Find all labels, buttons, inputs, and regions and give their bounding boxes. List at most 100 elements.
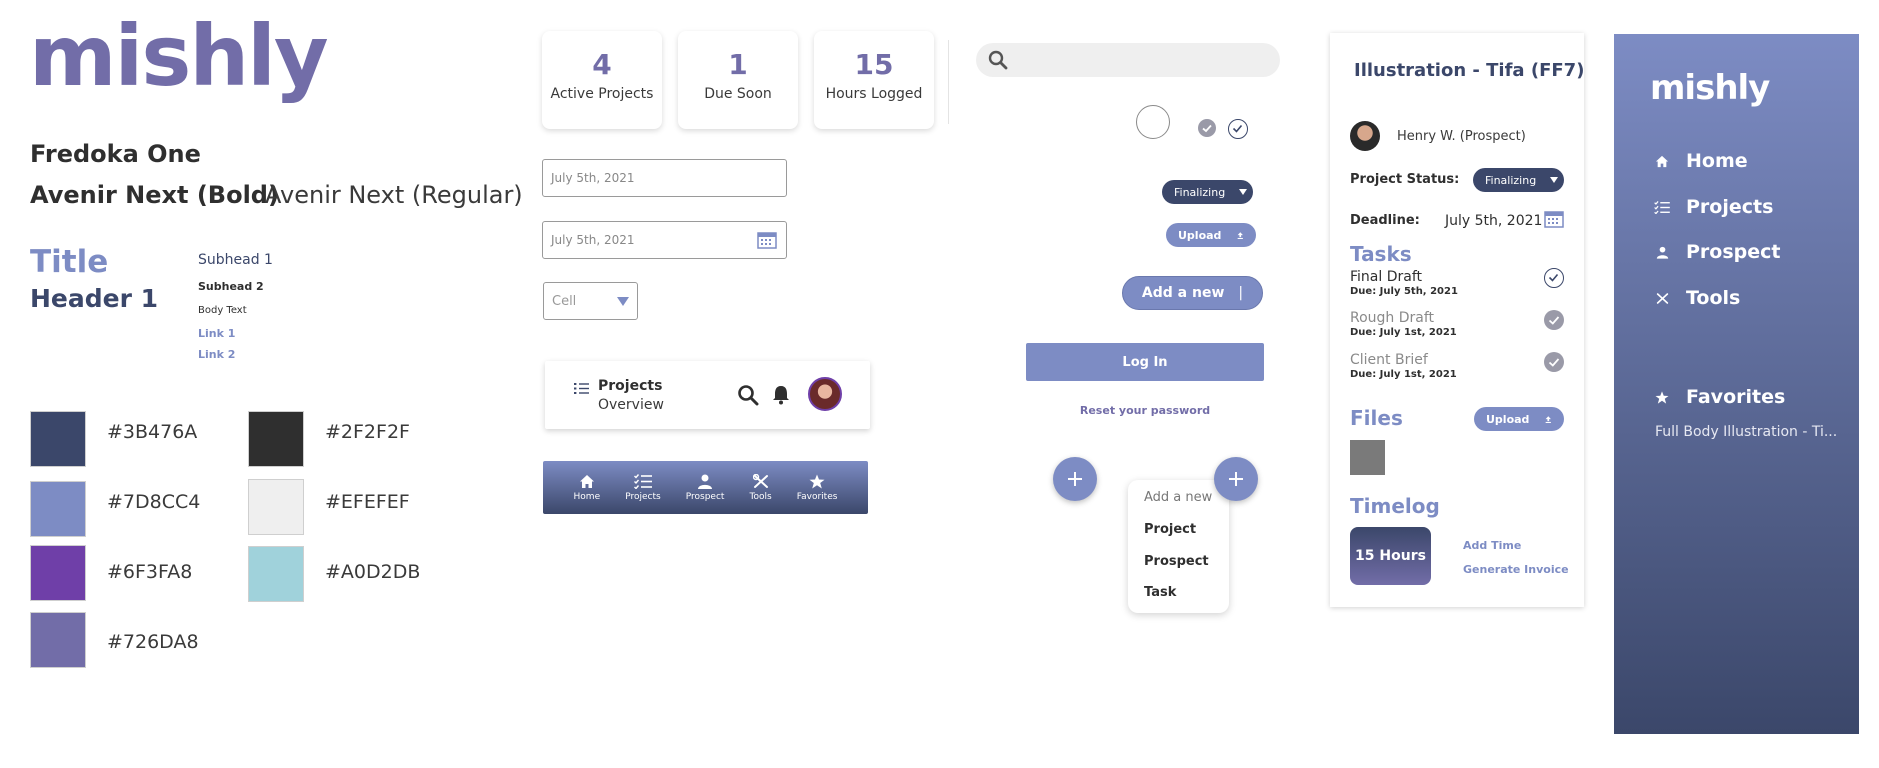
status-label: Project Status: (1350, 172, 1460, 187)
status-dropdown[interactable]: Finalizing (1162, 180, 1253, 204)
menu-item-project[interactable]: Project (1144, 522, 1196, 537)
person-icon (698, 474, 713, 489)
calendar-icon[interactable] (1544, 210, 1564, 232)
color-swatch-label: #2F2F2F (325, 421, 410, 443)
upload-button[interactable]: Upload (1166, 223, 1256, 247)
status-dropdown-value: Finalizing (1174, 185, 1226, 199)
sidebar: mishly Home Projects Prospect Tools Favo… (1614, 34, 1859, 734)
color-swatch (248, 479, 304, 535)
sidebar-item-home[interactable]: Home (1650, 150, 1748, 172)
stat-card-due-soon[interactable]: 1 Due Soon (678, 31, 798, 129)
date-picker[interactable]: July 5th, 2021 (542, 221, 787, 259)
client-avatar (1350, 121, 1380, 151)
generate-invoice-link[interactable]: Generate Invoice (1463, 563, 1569, 576)
bottom-nav-projects[interactable]: Projects (625, 473, 661, 502)
task-name: Client Brief (1350, 352, 1428, 368)
task-due: Due: July 1st, 2021 (1350, 369, 1457, 380)
hours-badge: 15 Hours (1350, 527, 1431, 585)
type-link2[interactable]: Link 2 (198, 348, 235, 361)
sidebar-item-prospect[interactable]: Prospect (1650, 241, 1781, 263)
client-name[interactable]: Henry W. (Prospect) (1397, 129, 1526, 144)
home-icon (579, 474, 594, 488)
project-title: Illustration - Tifa (FF7) (1354, 60, 1585, 81)
sidebar-favorites[interactable]: Favorites (1650, 386, 1785, 408)
color-swatch-label: #A0D2DB (325, 561, 421, 583)
deadline-value[interactable]: July 5th, 2021 (1445, 213, 1542, 229)
task-checkbox[interactable] (1544, 310, 1564, 330)
type-link1[interactable]: Link 1 (198, 327, 235, 340)
upload-icon (1238, 231, 1244, 239)
type-subhead1: Subhead 1 (198, 252, 273, 268)
tasks-heading: Tasks (1350, 242, 1412, 266)
search-input[interactable] (976, 43, 1280, 77)
stat-card-hours-logged[interactable]: 15 Hours Logged (814, 31, 934, 129)
color-swatch-label: #3B476A (107, 421, 198, 443)
bottom-nav-tools[interactable]: Tools (750, 473, 772, 502)
type-subhead2: Subhead 2 (198, 280, 264, 293)
sidebar-logo[interactable]: mishly (1650, 68, 1770, 108)
calendar-icon[interactable] (757, 231, 777, 253)
task-name: Final Draft (1350, 269, 1423, 285)
avatar[interactable] (808, 377, 842, 411)
search-icon (988, 50, 1008, 74)
task-checkbox[interactable] (1544, 352, 1564, 372)
favorite-item[interactable]: Full Body Illustration - Ti... (1655, 424, 1837, 440)
check-outline-icon[interactable] (1228, 119, 1248, 139)
star-icon (1650, 390, 1674, 404)
caret-down-icon (1550, 177, 1559, 183)
date-picker-field[interactable]: July 5th, 2021 (542, 221, 787, 259)
login-button[interactable]: Log In (1026, 343, 1264, 381)
font-sample-regular: Avenir Next (Regular) (265, 181, 523, 209)
upload-button[interactable]: Upload (1474, 407, 1564, 431)
mobile-header-title: Projects (598, 378, 663, 394)
menu-item-prospect[interactable]: Prospect (1144, 554, 1209, 569)
task-checkbox[interactable] (1544, 268, 1564, 288)
upload-icon (1546, 415, 1552, 423)
tools-icon (752, 473, 768, 488)
fab-add-button[interactable] (1053, 457, 1097, 501)
date-input[interactable]: July 5th, 2021 (542, 159, 787, 197)
sidebar-item-label: Tools (1686, 287, 1741, 309)
stat-label: Hours Logged (825, 86, 923, 102)
task-due: Due: July 1st, 2021 (1350, 327, 1457, 338)
stat-value: 4 (592, 48, 612, 81)
caret-down-icon (1239, 189, 1248, 195)
stat-card-active-projects[interactable]: 4 Active Projects (542, 31, 662, 129)
status-dropdown[interactable]: Finalizing (1473, 168, 1564, 192)
stat-label: Due Soon (704, 86, 772, 102)
check-filled-icon[interactable] (1198, 119, 1216, 137)
file-thumbnail[interactable] (1350, 440, 1385, 475)
sidebar-item-tools[interactable]: Tools (1650, 287, 1740, 309)
project-detail-panel: Illustration - Tifa (FF7) Henry W. (Pros… (1330, 33, 1584, 607)
plus-icon (1229, 472, 1243, 486)
bottom-nav-prospect[interactable]: Prospect (686, 474, 724, 502)
sidebar-item-projects[interactable]: Projects (1650, 196, 1773, 218)
add-new-button[interactable]: Add a new | (1122, 276, 1263, 310)
divider (948, 40, 949, 124)
bell-icon[interactable] (771, 384, 791, 409)
caret-down-icon (617, 297, 629, 306)
radio-empty[interactable] (1136, 105, 1170, 139)
task-name: Rough Draft (1350, 310, 1435, 326)
plus-icon (1068, 472, 1082, 486)
star-icon (809, 474, 825, 488)
stat-value: 15 (854, 48, 894, 81)
color-swatch-label: #EFEFEF (325, 491, 410, 513)
menu-item-task[interactable]: Task (1144, 585, 1176, 600)
cell-select[interactable]: Cell (543, 282, 638, 320)
bottom-nav-label: Projects (625, 491, 661, 502)
bottom-nav-favorites[interactable]: Favorites (797, 474, 837, 502)
type-body: Body Text (198, 305, 247, 316)
text-cursor: | (1238, 285, 1244, 301)
fab-add-button-open[interactable] (1214, 457, 1258, 501)
add-time-link[interactable]: Add Time (1463, 539, 1521, 552)
bottom-nav-home[interactable]: Home (574, 474, 600, 502)
reset-password-link[interactable]: Reset your password (1026, 404, 1264, 417)
search-icon[interactable] (737, 384, 759, 410)
files-heading: Files (1350, 406, 1403, 430)
stat-value: 1 (728, 48, 748, 81)
task-due: Due: July 5th, 2021 (1350, 286, 1458, 297)
person-icon (1650, 246, 1674, 259)
bottom-nav: Home Projects Prospect Tools Favorites (543, 461, 868, 514)
add-new-menu: Add a new Project Prospect Task (1128, 480, 1229, 613)
